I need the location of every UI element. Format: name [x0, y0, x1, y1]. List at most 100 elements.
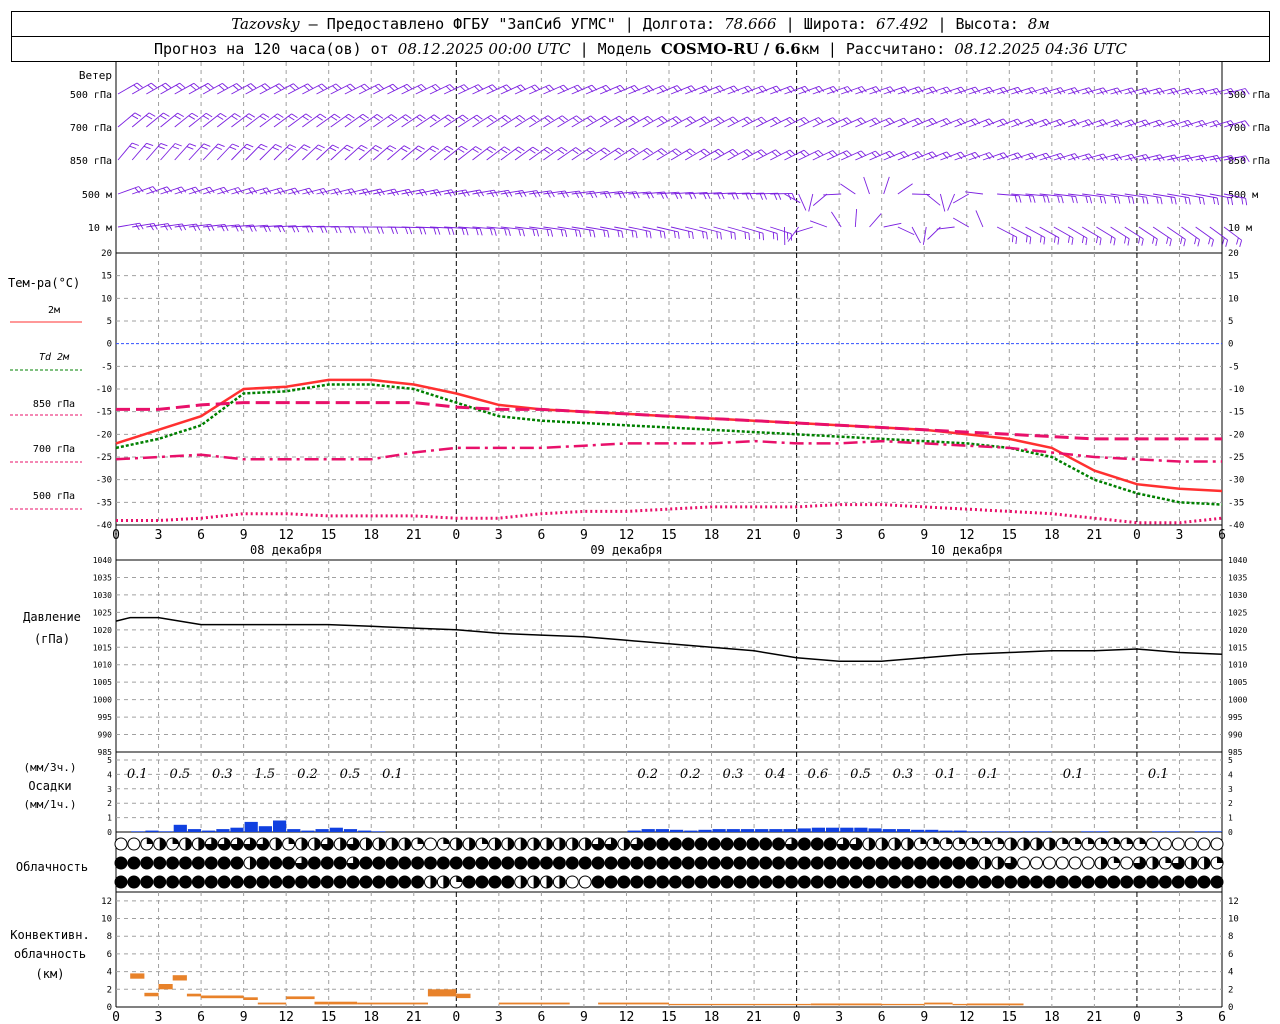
wind-barb — [330, 113, 349, 128]
cloud-cover-fill — [146, 838, 153, 844]
wind-barb-feather — [417, 85, 424, 92]
hour-tick-label-bottom: 21 — [1087, 1010, 1103, 1024]
cloud-cover-symbol — [488, 875, 502, 889]
cloud-cover-symbol — [785, 856, 798, 870]
cloud-cover-symbol — [797, 875, 811, 889]
hour-tick-label-bottom: 12 — [278, 1010, 294, 1024]
cloud-cover-fill — [365, 838, 372, 850]
wind-barb-feather — [416, 116, 423, 122]
wind-barb-feather — [560, 191, 565, 198]
cloud-cover-symbol — [656, 856, 670, 870]
wind-barb-feather — [1212, 197, 1216, 205]
wind-barb-feather — [260, 143, 268, 148]
hour-tick-label: 15 — [661, 528, 677, 543]
hour-tick-label: 3 — [835, 528, 843, 543]
wind-barb-feather — [1202, 197, 1205, 205]
cloud-cover-symbol — [295, 875, 308, 889]
wind-barb — [188, 112, 207, 128]
temp-tick-right: 20 — [1228, 249, 1239, 259]
hour-tick-label: 6 — [197, 528, 205, 543]
cloud-cover-symbol — [552, 856, 566, 870]
wind-barb — [869, 213, 882, 228]
wind-barb-feather — [234, 188, 240, 195]
precip-bar — [131, 831, 145, 832]
wind-barb-feather — [1208, 237, 1211, 245]
cloud-cover-symbol — [127, 856, 141, 870]
temp-tick-right: -10 — [1228, 385, 1244, 395]
precip-bar — [896, 829, 911, 832]
cloud-cover-symbol — [475, 875, 489, 889]
wind-barb — [117, 112, 136, 128]
wind-barb-feather — [786, 118, 792, 125]
temp-tick-left: 5 — [107, 317, 112, 327]
cloud-cover-symbol — [643, 875, 657, 889]
wind-barb-feather — [645, 230, 648, 238]
wind-barb-feather — [576, 115, 583, 121]
cloud-cover-fill — [933, 838, 940, 844]
pressure-tick-left: 1030 — [93, 591, 112, 600]
wind-barb-feather — [544, 117, 551, 123]
wind-barb-feather — [275, 85, 282, 91]
wind-barb-feather — [1057, 195, 1060, 203]
hour-tick-label-bottom: 9 — [580, 1010, 588, 1024]
wind-barb-feather — [661, 116, 668, 122]
cloud-cover-symbol — [1171, 875, 1185, 889]
cloud-cover-fill — [1204, 857, 1211, 869]
wind-barb-feather — [451, 228, 455, 236]
cloud-cover-symbol — [1055, 875, 1069, 889]
cloud-cover-symbol — [965, 875, 979, 889]
cloud-cover-symbol — [810, 875, 824, 889]
hour-tick-label-bottom: 21 — [406, 1010, 422, 1024]
conv-tick-right: 2 — [1228, 985, 1233, 995]
precip-bar — [655, 829, 669, 832]
wind-barb-feather — [546, 146, 554, 152]
hour-tick-label: 21 — [746, 528, 762, 543]
wind-barb — [372, 114, 392, 128]
precip-bar — [216, 829, 230, 832]
wind-barb-feather — [447, 227, 451, 235]
temp-legend-label: 850 гПа — [33, 399, 75, 410]
cloud-cover-symbol — [114, 837, 128, 851]
wind-barb-feather — [277, 113, 284, 118]
wind-barb-feather — [732, 116, 739, 122]
wind-barb-feather — [691, 232, 694, 240]
wind-barb-feather — [430, 116, 437, 122]
cloud-cover-symbol — [668, 856, 682, 870]
temp-tick-right: 15 — [1228, 272, 1239, 282]
precip-bar — [287, 829, 301, 832]
precip-bar — [1038, 831, 1052, 832]
hour-tick-label-bottom: 3 — [495, 1010, 503, 1024]
wind-barb-feather — [600, 149, 607, 155]
cloud-cover-symbol — [823, 856, 837, 870]
wind-barb — [429, 114, 449, 128]
wind-barb-feather — [643, 117, 650, 124]
cloud-cover-fill — [378, 838, 385, 850]
cloud-cover-fill — [907, 838, 914, 850]
wind-barb-feather — [533, 115, 540, 121]
cloud-cover-symbol — [217, 875, 231, 889]
precip-3h-total: 0.3 — [893, 767, 914, 782]
precip-bar — [372, 831, 386, 832]
wind-barb-feather — [210, 224, 215, 231]
cloud-cover-symbol — [772, 837, 786, 851]
cloud-cover-symbol — [1133, 875, 1147, 889]
wind-barb-feather — [532, 190, 537, 198]
wind-barb-feather — [743, 151, 750, 157]
wind-barb — [784, 193, 801, 204]
wind-barb-feather — [318, 144, 325, 149]
cloud-cover-fill — [533, 876, 540, 888]
temp-legend-label: 700 гПа — [33, 444, 75, 455]
cloud-cover-symbol — [282, 856, 296, 870]
wind-barb-feather — [1015, 237, 1018, 245]
wind-barb — [543, 147, 562, 161]
precip-3h-total: 0.3 — [212, 767, 233, 782]
wind-barb-feather — [490, 114, 497, 120]
wind-barb-feather — [1225, 239, 1229, 247]
cloud-cover-symbol — [411, 875, 425, 889]
wind-barb-feather — [245, 115, 252, 121]
cloud-cover-symbol — [1068, 875, 1082, 889]
cloud-cover-symbol — [759, 856, 773, 870]
cloud-cover-symbol — [1146, 875, 1159, 889]
conv-cloud-bar — [924, 1002, 953, 1005]
cloud-cover-symbol — [694, 875, 708, 889]
